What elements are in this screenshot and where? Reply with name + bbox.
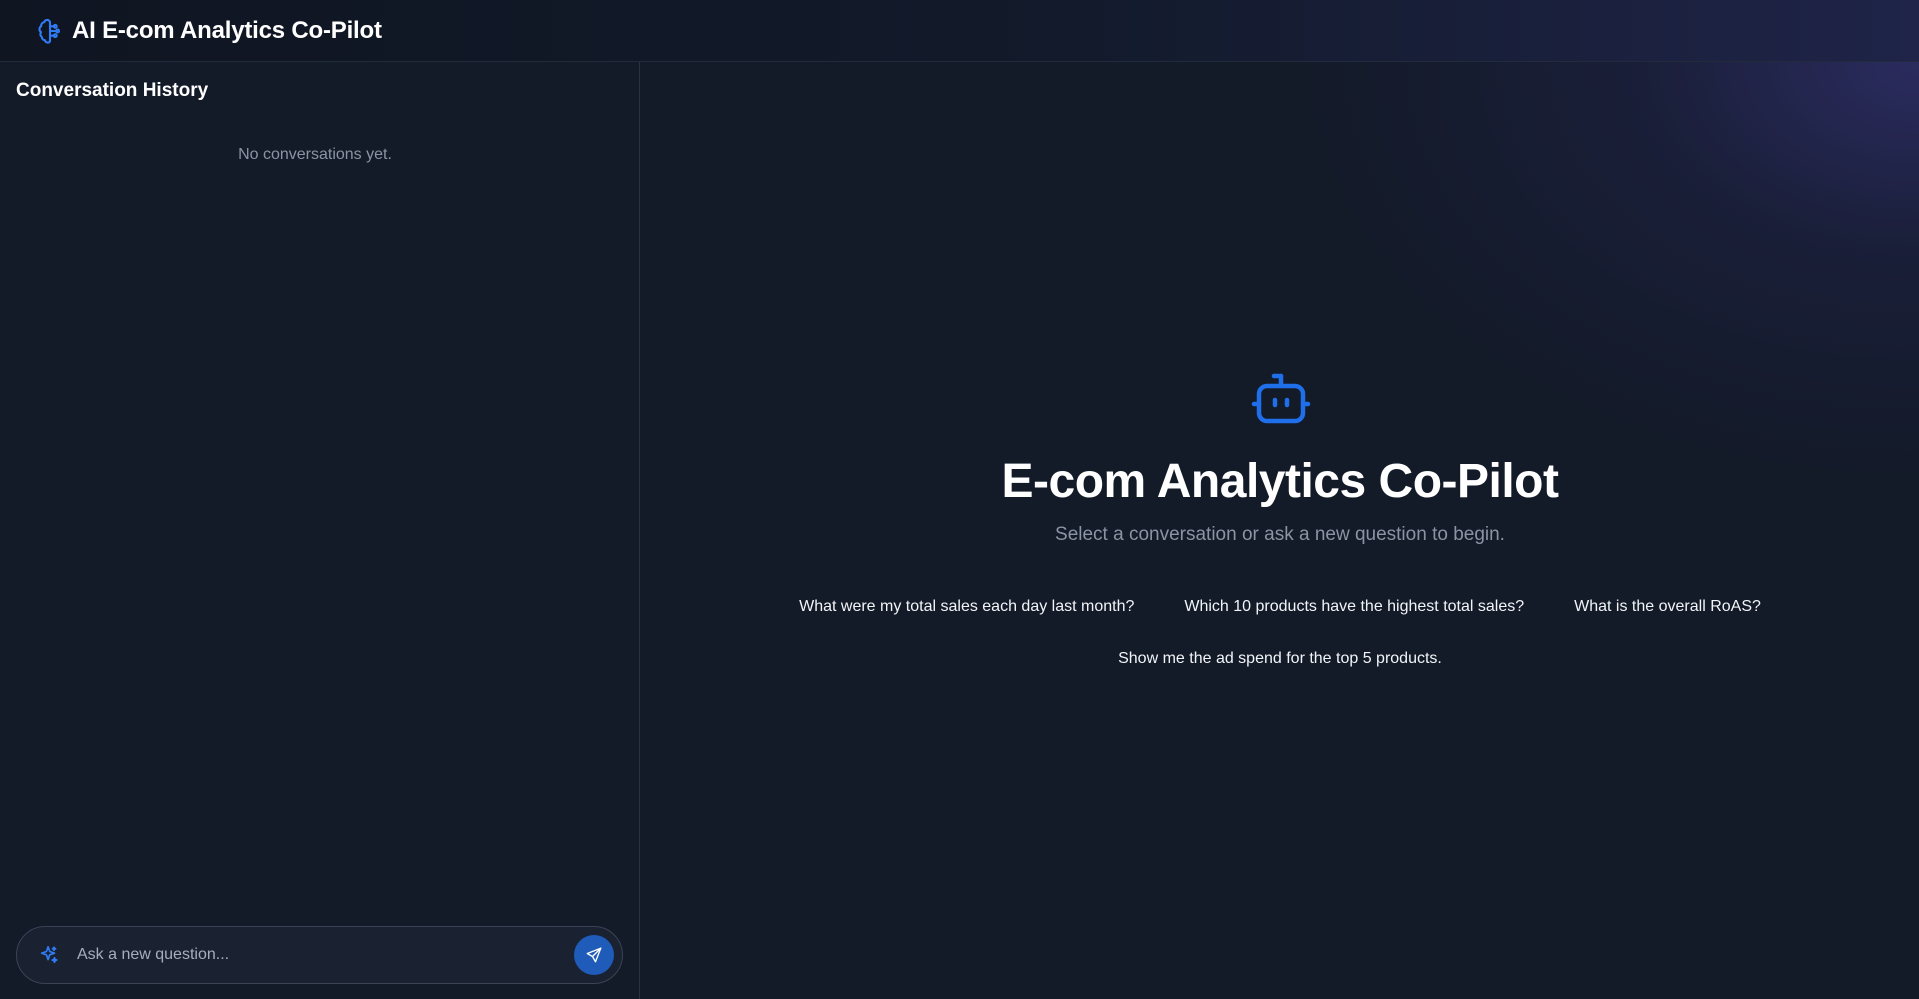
brain-icon [36, 17, 64, 45]
robot-icon [1251, 372, 1311, 426]
hero-title: E-com Analytics Co-Pilot [1001, 455, 1559, 508]
suggestion-overall-roas[interactable]: What is the overall RoAS? [1574, 592, 1761, 622]
main-panel: E-com Analytics Co-Pilot Select a conver… [641, 62, 1919, 999]
suggestion-daily-sales[interactable]: What were my total sales each day last m… [799, 592, 1134, 622]
ask-question-box [16, 926, 623, 984]
send-icon [585, 946, 603, 964]
sparkle-icon [37, 943, 61, 967]
send-button[interactable] [574, 935, 614, 975]
top-header: AI E-com Analytics Co-Pilot [0, 0, 1919, 62]
suggestion-top-products[interactable]: Which 10 products have the highest total… [1184, 592, 1524, 622]
hero-subtitle: Select a conversation or ask a new quest… [1055, 524, 1505, 545]
app-root: AI E-com Analytics Co-Pilot Conversation… [0, 0, 1919, 999]
empty-conversations-text: No conversations yet. [238, 146, 392, 163]
suggestion-list: What were my total sales each day last m… [741, 592, 1819, 674]
conversation-sidebar: Conversation History No conversations ye… [0, 62, 640, 999]
sidebar-title: Conversation History [16, 80, 209, 101]
suggestion-ad-spend[interactable]: Show me the ad spend for the top 5 produ… [1118, 644, 1442, 674]
app-title: AI E-com Analytics Co-Pilot [72, 16, 382, 44]
question-input[interactable] [77, 946, 574, 964]
